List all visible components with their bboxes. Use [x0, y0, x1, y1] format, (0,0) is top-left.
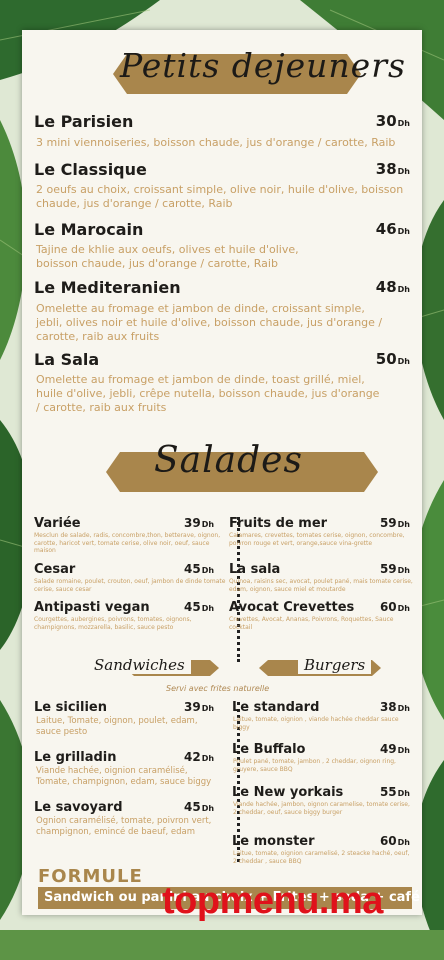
sandwich-item-price: 45Dh — [184, 800, 215, 814]
petits-item-price: 30Dh — [375, 112, 410, 130]
burger-item-desc: Laitue, tomate, oignion caramelisé, 2 st… — [233, 850, 410, 865]
petits-item-desc: Omelette au fromage et jambon de dinde, … — [36, 373, 380, 414]
salade-item-price: 39Dh — [184, 516, 215, 530]
salade-item-name: La sala — [229, 562, 281, 577]
salade-item-desc: Courgettes, aubergines, poivrons, tomate… — [34, 616, 192, 631]
petits-item-desc: 2 oeufs au choix, croissant simple, oliv… — [36, 183, 404, 210]
burger-item-name: Le standard — [232, 700, 320, 715]
salade-item-name: Cesar — [34, 562, 76, 577]
sandwich-item-name: Le grilladin — [34, 750, 117, 765]
salade-item-desc: Quinoa, raisins sec, avocat, poulet pané… — [229, 578, 413, 593]
petits-item-price: 46Dh — [375, 220, 410, 238]
petits-item-price: 48Dh — [375, 278, 410, 296]
sandwich-item-name: Le savoyard — [34, 800, 123, 815]
petits-item-name: Le Classique — [34, 160, 147, 179]
sandwich-item-desc: Viande hachée, oignion caramélisé, Tomat… — [36, 766, 212, 787]
burger-item-price: 38Dh — [379, 700, 410, 714]
petits-item-desc: 3 mini viennoiseries, boisson chaude, ju… — [36, 136, 396, 149]
salade-item-name: Avocat Crevettes — [229, 600, 355, 615]
salade-item-price: 45Dh — [184, 600, 215, 614]
salade-item-name: Variée — [34, 516, 81, 531]
burger-item-desc: Poulet pané, tomate, jambon , 2 cheddar,… — [233, 758, 396, 773]
burgers-title: Burgers — [298, 656, 372, 674]
sandwich-item-desc: Laitue, Tomate, oignon, poulet, edam, sa… — [36, 716, 198, 737]
sandwich-item-name: Le sicilien — [34, 700, 107, 715]
sandwich-item-price: 42Dh — [184, 750, 215, 764]
burger-item-name: Le New yorkais — [232, 785, 344, 800]
formule-title: FORMULE — [38, 866, 143, 887]
salade-item-name: Fruits de mer — [229, 516, 328, 531]
burger-item-price: 49Dh — [379, 742, 410, 756]
petits-item-desc: Omelette au fromage et jambon de dinde, … — [36, 302, 383, 343]
petits-item-price: 50Dh — [375, 350, 410, 368]
petits-title: Petits dejeuners — [120, 46, 406, 85]
salade-item-desc: Mesclun de salade, radis, concombre,thon… — [34, 532, 221, 554]
sandwich-item-desc: Ognion caramélisé, tomate, poivron vert,… — [36, 816, 212, 837]
petits-item-name: Le Parisien — [34, 112, 134, 131]
salade-item-desc: Salade romaine, poulet, crouton, oeuf, j… — [34, 578, 226, 593]
salade-item-price: 59Dh — [379, 516, 410, 530]
sandwiches-title: Sandwiches — [88, 656, 191, 674]
salade-item-price: 59Dh — [379, 562, 410, 576]
salade-item-desc: Calamares, crevettes, tomates cerise, oi… — [229, 532, 405, 547]
burger-item-name: Le Buffalo — [232, 742, 306, 757]
petits-item-desc: Tajine de khlie aux oeufs, olives et hui… — [36, 243, 299, 270]
salade-item-price: 45Dh — [184, 562, 215, 576]
petits-item-price: 38Dh — [375, 160, 410, 178]
petits-item-name: Le Marocain — [34, 220, 144, 239]
sandwiches-note: Servi avec frites naturelle — [166, 684, 270, 693]
salade-item-name: Antipasti vegan — [34, 600, 150, 615]
burger-item-desc: Viande hachée, jambon, oignon caramelise… — [233, 801, 410, 816]
menu-page: { "petits": { "title": "Petits dejeuners… — [0, 0, 444, 960]
petits-item-name: La Sala — [34, 350, 100, 369]
petits-item-name: Le Mediteranien — [34, 278, 181, 297]
burger-item-price: 55Dh — [379, 785, 410, 799]
burger-item-price: 60Dh — [379, 834, 410, 848]
burger-item-name: Le monster — [232, 834, 315, 849]
menu-card: Petits dejeuners Le Parisien 30Dh 3 mini… — [22, 30, 422, 915]
sandwich-item-price: 39Dh — [184, 700, 215, 714]
burger-item-desc: Laitue, tomate, oignion , viande hachée … — [233, 716, 399, 731]
salade-item-desc: Crevettes, Avocat, Ananas, Poivrons, Roq… — [229, 616, 394, 631]
salades-title: Salades — [154, 440, 303, 481]
salade-item-price: 60Dh — [379, 600, 410, 614]
watermark-text: topmenu.ma — [162, 880, 383, 922]
